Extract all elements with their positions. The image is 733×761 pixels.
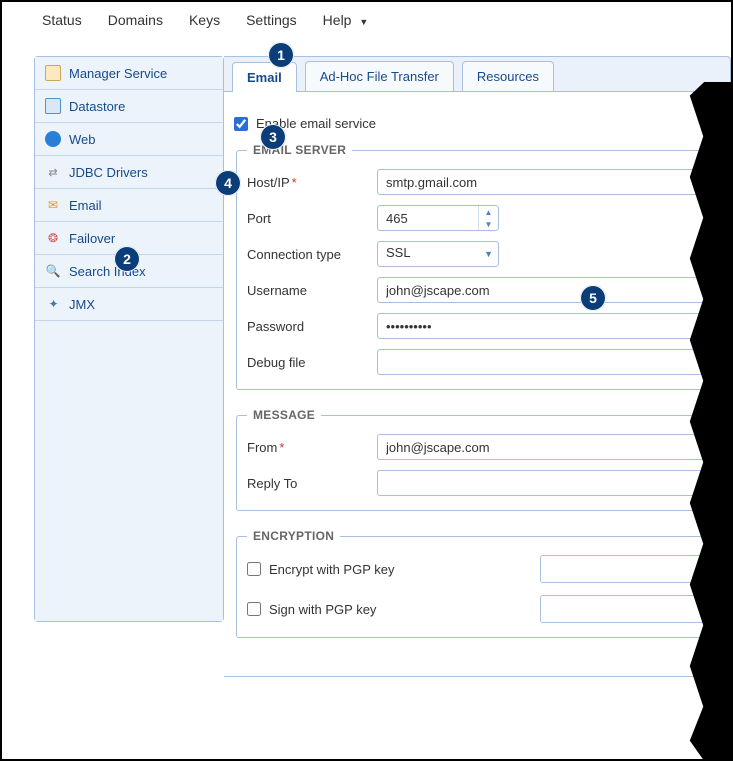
globe-icon	[45, 131, 61, 147]
sidebar-item-jdbc[interactable]: ⇄ JDBC Drivers	[35, 156, 223, 189]
email-server-fieldset: EMAIL SERVER Host/IP* Port ▲ ▼	[236, 143, 730, 390]
chevron-down-icon: ▼	[359, 17, 368, 27]
from-input[interactable]	[377, 434, 720, 460]
tab-strip: Email Ad-Hoc File Transfer Resources	[224, 56, 731, 92]
connection-type-value: SSL	[377, 241, 499, 267]
menu-help[interactable]: Help ▼	[323, 12, 369, 28]
connection-type-select[interactable]: SSL ▼	[377, 241, 499, 267]
sidebar-item-label: Failover	[69, 231, 115, 246]
port-step-up[interactable]: ▲	[479, 206, 498, 218]
password-input[interactable]	[377, 313, 720, 339]
reply-to-label: Reply To	[247, 476, 367, 491]
encrypt-pgp-label: Encrypt with PGP key	[269, 562, 394, 577]
from-label: From*	[247, 440, 367, 455]
enable-email-checkbox[interactable]	[234, 117, 248, 131]
encryption-fieldset: ENCRYPTION Encrypt with PGP key ▼ Sign w…	[236, 529, 730, 638]
debug-file-label: Debug file	[247, 355, 367, 370]
callout-1: 1	[268, 42, 294, 68]
sidebar-item-label: Datastore	[69, 99, 125, 114]
sign-pgp-checkbox[interactable]	[247, 602, 261, 616]
encryption-legend: ENCRYPTION	[247, 529, 340, 543]
sign-pgp-label: Sign with PGP key	[269, 602, 376, 617]
debug-file-input[interactable]	[377, 349, 720, 375]
username-input[interactable]	[377, 277, 720, 303]
sidebar-item-label: JDBC Drivers	[69, 165, 148, 180]
sidebar-item-label: JMX	[69, 297, 95, 312]
message-fieldset: MESSAGE From* Reply To	[236, 408, 730, 511]
reply-to-input[interactable]	[377, 470, 720, 496]
sidebar-spacer	[35, 321, 223, 621]
sidebar-item-manager-service[interactable]: Manager Service	[35, 57, 223, 90]
sidebar-item-label: Manager Service	[69, 66, 167, 81]
sidebar-item-label: Email	[69, 198, 102, 213]
lifering-icon: ❂	[45, 230, 61, 246]
encrypt-pgp-checkbox[interactable]	[247, 562, 261, 576]
settings-sidebar: Manager Service Datastore Web ⇄ JDBC Dri…	[34, 56, 224, 622]
callout-2: 2	[114, 246, 140, 272]
tab-resources[interactable]: Resources	[462, 61, 554, 91]
jmx-icon: ✦	[45, 296, 61, 312]
sidebar-item-email[interactable]: ✉ Email	[35, 189, 223, 222]
menu-domains[interactable]: Domains	[108, 12, 163, 28]
sidebar-item-datastore[interactable]: Datastore	[35, 90, 223, 123]
sidebar-item-label: Web	[69, 132, 96, 147]
connection-type-label: Connection type	[247, 247, 367, 262]
sidebar-item-jmx[interactable]: ✦ JMX	[35, 288, 223, 321]
torn-edge-decoration	[685, 82, 733, 761]
password-label: Password	[247, 319, 367, 334]
menu-keys[interactable]: Keys	[189, 12, 220, 28]
mail-icon: ✉	[45, 197, 61, 213]
host-label: Host/IP*	[247, 175, 367, 190]
port-step-down[interactable]: ▼	[479, 218, 498, 230]
menu-settings[interactable]: Settings	[246, 12, 297, 28]
jdbc-icon: ⇄	[45, 164, 61, 180]
menu-status[interactable]: Status	[42, 12, 82, 28]
message-legend: MESSAGE	[247, 408, 321, 422]
host-input[interactable]	[377, 169, 720, 195]
callout-3: 3	[260, 124, 286, 150]
tab-adhoc[interactable]: Ad-Hoc File Transfer	[305, 61, 454, 91]
menu-help-label: Help	[323, 12, 352, 28]
sidebar-item-web[interactable]: Web	[35, 123, 223, 156]
top-menu: Status Domains Keys Settings Help ▼	[2, 2, 731, 56]
callout-4: 4	[215, 170, 241, 196]
port-label: Port	[247, 211, 367, 226]
main-panel: Email Ad-Hoc File Transfer Resources Ena…	[224, 56, 731, 677]
callout-5: 5	[580, 285, 606, 311]
search-icon: 🔍	[45, 263, 61, 279]
username-label: Username	[247, 283, 367, 298]
service-icon	[45, 65, 61, 81]
sign-pgp-key-select[interactable]: ▼	[540, 595, 720, 623]
email-tab-body: Enable email service EMAIL SERVER Host/I…	[224, 92, 731, 677]
datastore-icon	[45, 98, 61, 114]
